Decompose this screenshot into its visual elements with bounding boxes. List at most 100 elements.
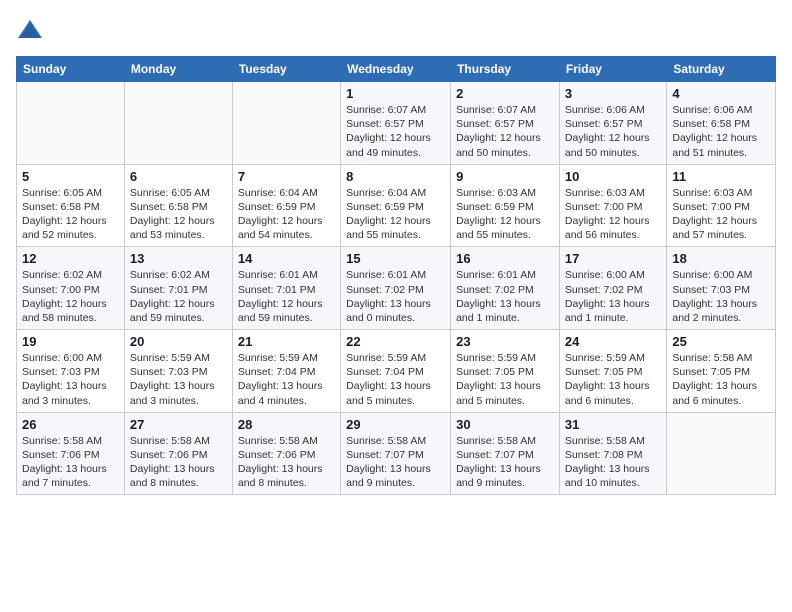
day-of-week-header: Saturday bbox=[667, 57, 776, 82]
day-number: 9 bbox=[456, 169, 554, 184]
calendar-cell: 3 Sunrise: 6:06 AM Sunset: 6:57 PM Daylig… bbox=[559, 82, 666, 165]
day-of-week-header: Thursday bbox=[451, 57, 560, 82]
day-number: 16 bbox=[456, 251, 554, 266]
calendar-table: SundayMondayTuesdayWednesdayThursdayFrid… bbox=[16, 56, 776, 495]
day-number: 12 bbox=[22, 251, 119, 266]
day-of-week-header: Monday bbox=[124, 57, 232, 82]
day-info: Sunrise: 6:01 AM Sunset: 7:02 PM Dayligh… bbox=[456, 268, 554, 325]
day-number: 5 bbox=[22, 169, 119, 184]
calendar-cell: 21Sunrise: 5:59 AM Sunset: 7:04 PM Dayli… bbox=[232, 330, 340, 413]
day-number: 6 bbox=[130, 169, 227, 184]
logo-icon bbox=[16, 16, 44, 44]
day-number: 3 bbox=[565, 86, 661, 101]
day-info: Sunrise: 6:02 AM Sunset: 7:00 PM Dayligh… bbox=[22, 268, 119, 325]
day-info: Sunrise: 6:00 AM Sunset: 7:03 PM Dayligh… bbox=[672, 268, 770, 325]
page-header bbox=[16, 16, 776, 44]
day-info: Sunrise: 5:58 AM Sunset: 7:07 PM Dayligh… bbox=[346, 434, 445, 491]
calendar-cell: 14 Sunrise: 6:01 AM Sunset: 7:01 PM Dayli… bbox=[232, 247, 340, 330]
day-info: Sunrise: 5:58 AM Sunset: 7:06 PM Dayligh… bbox=[130, 434, 227, 491]
day-info: Sunrise: 5:58 AM Sunset: 7:06 PM Dayligh… bbox=[22, 434, 119, 491]
day-number: 7 bbox=[238, 169, 335, 184]
calendar-cell: 12 Sunrise: 6:02 AM Sunset: 7:00 PM Dayli… bbox=[17, 247, 125, 330]
day-number: 17 bbox=[565, 251, 661, 266]
day-info: Sunrise: 6:03 AM Sunset: 6:59 PM Dayligh… bbox=[456, 186, 554, 243]
day-number: 31 bbox=[565, 417, 661, 432]
calendar-cell: 29 Sunrise: 5:58 AM Sunset: 7:07 PM Dayli… bbox=[341, 412, 451, 495]
calendar-cell: 18 Sunrise: 6:00 AM Sunset: 7:03 PM Dayli… bbox=[667, 247, 776, 330]
calendar-cell bbox=[232, 82, 340, 165]
calendar-week-row: 12 Sunrise: 6:02 AM Sunset: 7:00 PM Dayli… bbox=[17, 247, 776, 330]
calendar-cell: 6 Sunrise: 6:05 AM Sunset: 6:58 PM Daylig… bbox=[124, 164, 232, 247]
calendar-cell: 9 Sunrise: 6:03 AM Sunset: 6:59 PM Daylig… bbox=[451, 164, 560, 247]
calendar-cell: 19 Sunrise: 6:00 AM Sunset: 7:03 PM Dayli… bbox=[17, 330, 125, 413]
day-number: 21 bbox=[238, 334, 335, 349]
day-info: Sunrise: 5:58 AM Sunset: 7:05 PM Dayligh… bbox=[672, 351, 770, 408]
calendar-cell: 1 Sunrise: 6:07 AM Sunset: 6:57 PM Daylig… bbox=[341, 82, 451, 165]
calendar-week-row: 5 Sunrise: 6:05 AM Sunset: 6:58 PM Daylig… bbox=[17, 164, 776, 247]
day-number: 29 bbox=[346, 417, 445, 432]
day-of-week-header: Friday bbox=[559, 57, 666, 82]
calendar-cell: 17Sunrise: 6:00 AM Sunset: 7:02 PM Dayli… bbox=[559, 247, 666, 330]
day-info: Sunrise: 5:59 AM Sunset: 7:05 PM Dayligh… bbox=[565, 351, 661, 408]
calendar-cell: 31 Sunrise: 5:58 AM Sunset: 7:08 PM Dayli… bbox=[559, 412, 666, 495]
day-number: 27 bbox=[130, 417, 227, 432]
calendar-cell: 2 Sunrise: 6:07 AM Sunset: 6:57 PM Daylig… bbox=[451, 82, 560, 165]
calendar-cell: 28Sunrise: 5:58 AM Sunset: 7:06 PM Dayli… bbox=[232, 412, 340, 495]
calendar-cell: 30 Sunrise: 5:58 AM Sunset: 7:07 PM Dayli… bbox=[451, 412, 560, 495]
day-number: 10 bbox=[565, 169, 661, 184]
calendar-cell: 4Sunrise: 6:06 AM Sunset: 6:58 PM Daylig… bbox=[667, 82, 776, 165]
day-info: Sunrise: 6:05 AM Sunset: 6:58 PM Dayligh… bbox=[130, 186, 227, 243]
day-number: 22 bbox=[346, 334, 445, 349]
day-info: Sunrise: 5:58 AM Sunset: 7:08 PM Dayligh… bbox=[565, 434, 661, 491]
day-number: 1 bbox=[346, 86, 445, 101]
day-info: Sunrise: 6:03 AM Sunset: 7:00 PM Dayligh… bbox=[672, 186, 770, 243]
day-number: 14 bbox=[238, 251, 335, 266]
calendar-cell: 27 Sunrise: 5:58 AM Sunset: 7:06 PM Dayli… bbox=[124, 412, 232, 495]
day-info: Sunrise: 6:04 AM Sunset: 6:59 PM Dayligh… bbox=[238, 186, 335, 243]
calendar-cell: 22Sunrise: 5:59 AM Sunset: 7:04 PM Dayli… bbox=[341, 330, 451, 413]
day-info: Sunrise: 6:01 AM Sunset: 7:02 PM Dayligh… bbox=[346, 268, 445, 325]
day-info: Sunrise: 6:02 AM Sunset: 7:01 PM Dayligh… bbox=[130, 268, 227, 325]
calendar-week-row: 1 Sunrise: 6:07 AM Sunset: 6:57 PM Daylig… bbox=[17, 82, 776, 165]
day-of-week-header: Tuesday bbox=[232, 57, 340, 82]
day-info: Sunrise: 6:07 AM Sunset: 6:57 PM Dayligh… bbox=[456, 103, 554, 160]
day-number: 24 bbox=[565, 334, 661, 349]
calendar-week-row: 26 Sunrise: 5:58 AM Sunset: 7:06 PM Dayli… bbox=[17, 412, 776, 495]
calendar-cell bbox=[667, 412, 776, 495]
day-of-week-header: Sunday bbox=[17, 57, 125, 82]
calendar-cell: 20Sunrise: 5:59 AM Sunset: 7:03 PM Dayli… bbox=[124, 330, 232, 413]
calendar-week-row: 19 Sunrise: 6:00 AM Sunset: 7:03 PM Dayli… bbox=[17, 330, 776, 413]
day-info: Sunrise: 5:58 AM Sunset: 7:07 PM Dayligh… bbox=[456, 434, 554, 491]
day-number: 30 bbox=[456, 417, 554, 432]
day-number: 11 bbox=[672, 169, 770, 184]
day-info: Sunrise: 5:59 AM Sunset: 7:05 PM Dayligh… bbox=[456, 351, 554, 408]
calendar-cell: 13 Sunrise: 6:02 AM Sunset: 7:01 PM Dayli… bbox=[124, 247, 232, 330]
day-info: Sunrise: 6:06 AM Sunset: 6:58 PM Dayligh… bbox=[672, 103, 770, 160]
day-number: 15 bbox=[346, 251, 445, 266]
day-number: 25 bbox=[672, 334, 770, 349]
day-number: 18 bbox=[672, 251, 770, 266]
calendar-cell: 11 Sunrise: 6:03 AM Sunset: 7:00 PM Dayli… bbox=[667, 164, 776, 247]
calendar-cell: 5 Sunrise: 6:05 AM Sunset: 6:58 PM Daylig… bbox=[17, 164, 125, 247]
day-info: Sunrise: 6:01 AM Sunset: 7:01 PM Dayligh… bbox=[238, 268, 335, 325]
day-number: 26 bbox=[22, 417, 119, 432]
day-number: 28 bbox=[238, 417, 335, 432]
calendar-cell bbox=[124, 82, 232, 165]
day-of-week-header: Wednesday bbox=[341, 57, 451, 82]
day-info: Sunrise: 6:05 AM Sunset: 6:58 PM Dayligh… bbox=[22, 186, 119, 243]
day-number: 19 bbox=[22, 334, 119, 349]
calendar-cell: 10 Sunrise: 6:03 AM Sunset: 7:00 PM Dayli… bbox=[559, 164, 666, 247]
day-info: Sunrise: 6:03 AM Sunset: 7:00 PM Dayligh… bbox=[565, 186, 661, 243]
day-number: 13 bbox=[130, 251, 227, 266]
day-info: Sunrise: 6:07 AM Sunset: 6:57 PM Dayligh… bbox=[346, 103, 445, 160]
calendar-cell: 25 Sunrise: 5:58 AM Sunset: 7:05 PM Dayli… bbox=[667, 330, 776, 413]
day-number: 2 bbox=[456, 86, 554, 101]
day-number: 23 bbox=[456, 334, 554, 349]
day-number: 8 bbox=[346, 169, 445, 184]
day-info: Sunrise: 6:04 AM Sunset: 6:59 PM Dayligh… bbox=[346, 186, 445, 243]
day-info: Sunrise: 6:00 AM Sunset: 7:03 PM Dayligh… bbox=[22, 351, 119, 408]
day-info: Sunrise: 5:59 AM Sunset: 7:03 PM Dayligh… bbox=[130, 351, 227, 408]
day-info: Sunrise: 6:06 AM Sunset: 6:57 PM Dayligh… bbox=[565, 103, 661, 160]
calendar-cell bbox=[17, 82, 125, 165]
calendar-cell: 8 Sunrise: 6:04 AM Sunset: 6:59 PM Daylig… bbox=[341, 164, 451, 247]
